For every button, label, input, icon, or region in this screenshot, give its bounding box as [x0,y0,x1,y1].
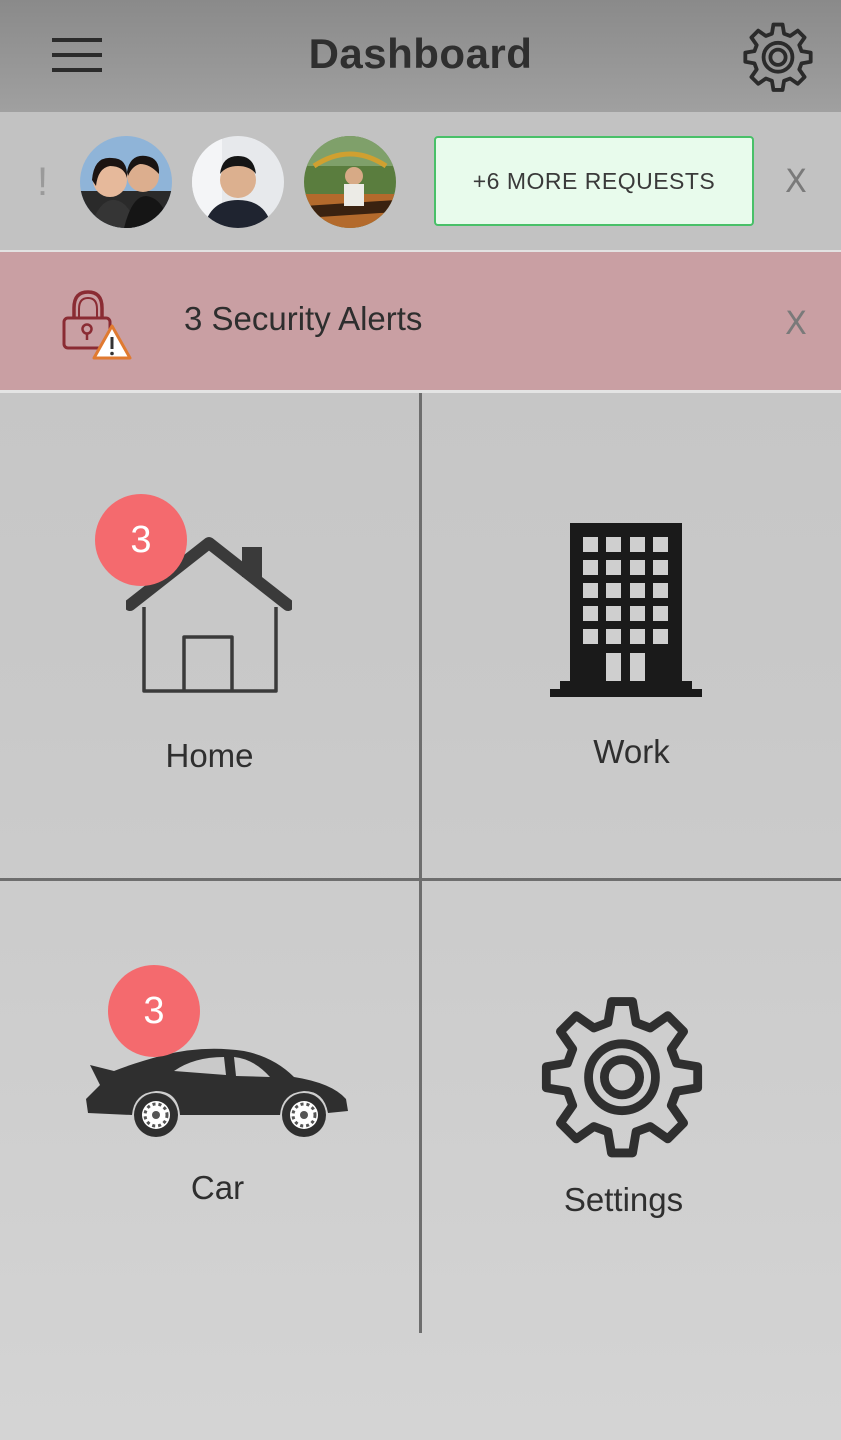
close-requests-button[interactable]: X [785,162,807,200]
notification-indicator: ! [37,160,49,204]
security-alert-banner[interactable]: 3 Security Alerts X [0,252,841,393]
notification-badge: 3 [95,494,187,586]
avatar[interactable] [192,136,284,228]
close-alert-button[interactable]: X [785,304,807,342]
building-icon [550,523,702,697]
friend-requests-bar: ! +6 MORE REQUESTS X [0,112,841,252]
page-title: Dashboard [308,30,533,77]
category-grid: 3 Home Work 3 Car Settings [0,393,841,1333]
tile-car[interactable]: 3 Car [0,881,419,1333]
notification-badge: 3 [108,965,200,1057]
tile-home[interactable]: 3 Home [0,393,419,878]
tile-work-label: Work [593,733,670,770]
avatar[interactable] [304,136,396,228]
car-icon [86,1048,348,1137]
gear-icon [541,997,703,1158]
tile-settings-label: Settings [563,1181,684,1218]
tile-home-label: Home [165,737,254,774]
tile-car-label: Car [190,1169,245,1206]
avatar[interactable] [80,136,172,228]
settings-gear-icon[interactable] [740,20,816,96]
more-requests-button[interactable]: +6 MORE REQUESTS [434,136,754,226]
tile-settings[interactable]: Settings [422,881,841,1333]
tile-work[interactable]: Work [422,393,841,878]
top-bar: Dashboard [0,0,841,112]
security-alert-text: 3 Security Alerts [184,300,423,337]
lock-warning-icon [62,290,132,360]
